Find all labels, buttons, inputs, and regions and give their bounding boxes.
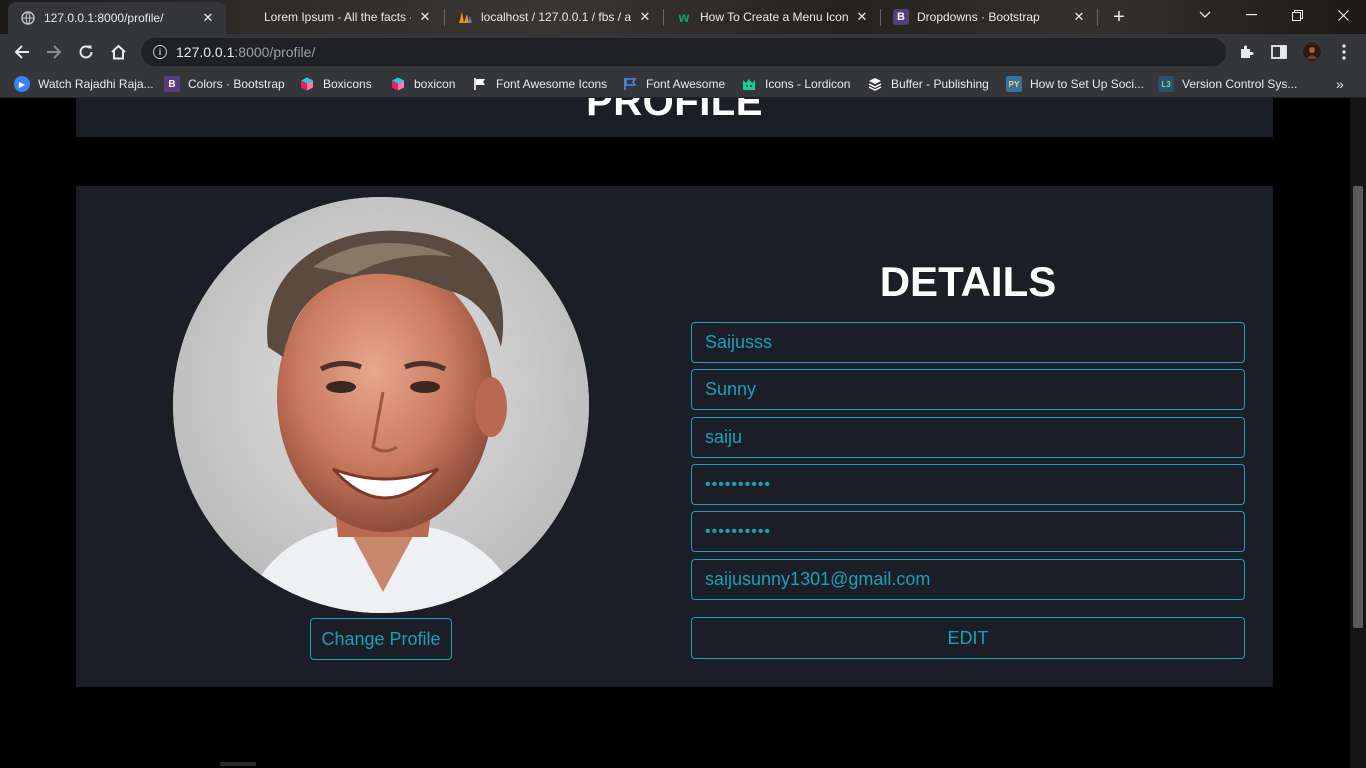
- scrollbar-thumb[interactable]: [1353, 186, 1363, 628]
- confirm-password-field[interactable]: ••••••••••: [691, 511, 1245, 552]
- bookmark-item[interactable]: Icons - Lordicon: [741, 75, 850, 93]
- browser-toolbar: i 127.0.0.1:8000/profile/: [0, 34, 1366, 94]
- tab-phpmyadmin[interactable]: localhost / 127.0.0.1 / fbs / ap ✕: [445, 0, 663, 34]
- globe-icon: [20, 10, 36, 26]
- bookmark-item[interactable]: B Colors · Bootstrap: [164, 75, 285, 93]
- bookmark-label: Colors · Bootstrap: [188, 77, 285, 91]
- close-window-icon[interactable]: [1320, 0, 1366, 30]
- edit-button[interactable]: EDIT: [691, 617, 1245, 659]
- profile-card: Change Profile DETAILS Saijusss Sunny sa…: [76, 186, 1273, 687]
- change-profile-button[interactable]: Change Profile: [310, 618, 452, 660]
- play-icon: ▶: [14, 76, 30, 92]
- forward-arrow-icon[interactable]: [40, 38, 68, 66]
- vcs-icon: L3: [1158, 76, 1174, 92]
- bootstrap-icon: B: [164, 76, 180, 92]
- tab-title: localhost / 127.0.0.1 / fbs / ap: [481, 10, 631, 24]
- url-path: :8000/profile/: [234, 44, 316, 60]
- bookmark-item[interactable]: Font Awesome: [622, 75, 725, 93]
- close-icon[interactable]: ✕: [200, 10, 216, 26]
- tab-title: Dropdowns · Bootstrap: [917, 10, 1040, 24]
- last-name-field[interactable]: saiju: [691, 417, 1245, 458]
- username-field[interactable]: Saijusss: [691, 322, 1245, 363]
- extensions-puzzle-icon[interactable]: [1237, 42, 1257, 62]
- bookmark-item[interactable]: L3 Version Control Sys...: [1158, 75, 1297, 93]
- page-viewport: PROFILE Change Profile DETAILS Saijusss …: [0, 98, 1350, 768]
- home-icon[interactable]: [104, 38, 132, 66]
- profile-header: PROFILE: [76, 98, 1273, 137]
- profile-avatar-icon[interactable]: [1302, 42, 1322, 62]
- bookmark-item[interactable]: Boxicons: [299, 75, 372, 93]
- close-icon[interactable]: ✕: [1071, 9, 1087, 25]
- more-bookmarks-icon[interactable]: »: [1336, 75, 1344, 93]
- tab-title: How To Create a Menu Icon: [700, 10, 848, 24]
- python-icon: PY: [1006, 76, 1022, 92]
- tab-w3schools[interactable]: w How To Create a Menu Icon ✕: [664, 0, 880, 34]
- restore-icon[interactable]: [1274, 0, 1320, 30]
- bookmark-label: Icons - Lordicon: [765, 77, 851, 91]
- bookmark-item[interactable]: Font Awesome Icons: [472, 75, 607, 93]
- new-tab-button[interactable]: +: [1107, 5, 1131, 29]
- flag-outline-icon: [622, 76, 638, 92]
- tab-title: Lorem Ipsum - All the facts -: [264, 10, 411, 24]
- tab-strip: 127.0.0.1:8000/profile/ ✕ Lorem Ipsum - …: [0, 0, 1366, 34]
- horizontal-scroll-indicator: [220, 762, 256, 766]
- boxicons-icon: [390, 76, 406, 92]
- bookmark-label: Buffer - Publishing: [891, 77, 989, 91]
- tab-title: 127.0.0.1:8000/profile/: [44, 11, 164, 25]
- side-panel-icon[interactable]: [1269, 42, 1289, 62]
- password-field[interactable]: ••••••••••: [691, 464, 1245, 505]
- buffer-icon: [867, 76, 883, 92]
- tab-divider: [1097, 9, 1098, 26]
- bookmark-label: Watch Rajadhi Raja...: [38, 77, 154, 91]
- address-bar[interactable]: i 127.0.0.1:8000/profile/: [141, 38, 1226, 66]
- bookmark-item[interactable]: Buffer - Publishing: [867, 75, 989, 93]
- lordicon-icon: [741, 76, 757, 92]
- close-icon[interactable]: ✕: [637, 9, 653, 25]
- profile-photo: [173, 197, 589, 613]
- bookmark-label: Version Control Sys...: [1182, 77, 1298, 91]
- bookmark-item[interactable]: PY How to Set Up Soci...: [1006, 75, 1144, 93]
- tab-search-icon[interactable]: [1182, 0, 1228, 30]
- kebab-menu-icon[interactable]: [1334, 42, 1354, 62]
- bookmarks-bar: ▶ Watch Rajadhi Raja... B Colors · Boots…: [0, 70, 1366, 98]
- vertical-scrollbar[interactable]: [1350, 98, 1366, 768]
- lorem-icon: [240, 9, 256, 25]
- email-field[interactable]: saijusunny1301@gmail.com: [691, 559, 1245, 600]
- close-icon[interactable]: ✕: [854, 9, 870, 25]
- bookmark-label: Font Awesome Icons: [496, 77, 608, 91]
- close-icon[interactable]: ✕: [417, 9, 433, 25]
- bookmark-label: Font Awesome: [646, 77, 726, 91]
- w3schools-icon: w: [678, 9, 690, 25]
- first-name-field[interactable]: Sunny: [691, 369, 1245, 410]
- flag-icon: [472, 76, 488, 92]
- page-title: PROFILE: [586, 98, 763, 124]
- details-heading: DETAILS: [879, 258, 1057, 305]
- tab-profile[interactable]: 127.0.0.1:8000/profile/ ✕: [8, 2, 226, 34]
- bookmark-label: Boxicons: [323, 77, 372, 91]
- phpmyadmin-icon: [457, 9, 473, 25]
- reload-icon[interactable]: [72, 38, 100, 66]
- tab-lorem[interactable]: Lorem Ipsum - All the facts - ✕: [228, 0, 443, 34]
- tab-bootstrap[interactable]: B Dropdowns · Bootstrap ✕: [881, 0, 1097, 34]
- back-arrow-icon[interactable]: [8, 38, 36, 66]
- bootstrap-icon: B: [893, 9, 909, 25]
- minimize-icon[interactable]: [1228, 0, 1274, 30]
- bookmark-label: How to Set Up Soci...: [1030, 77, 1145, 91]
- site-info-icon[interactable]: i: [153, 45, 167, 59]
- bookmark-item[interactable]: boxicon: [390, 75, 455, 93]
- bookmark-label: boxicon: [414, 77, 456, 91]
- boxicons-icon: [299, 76, 315, 92]
- url-host: 127.0.0.1: [176, 44, 235, 60]
- bookmark-item[interactable]: ▶ Watch Rajadhi Raja...: [14, 75, 154, 93]
